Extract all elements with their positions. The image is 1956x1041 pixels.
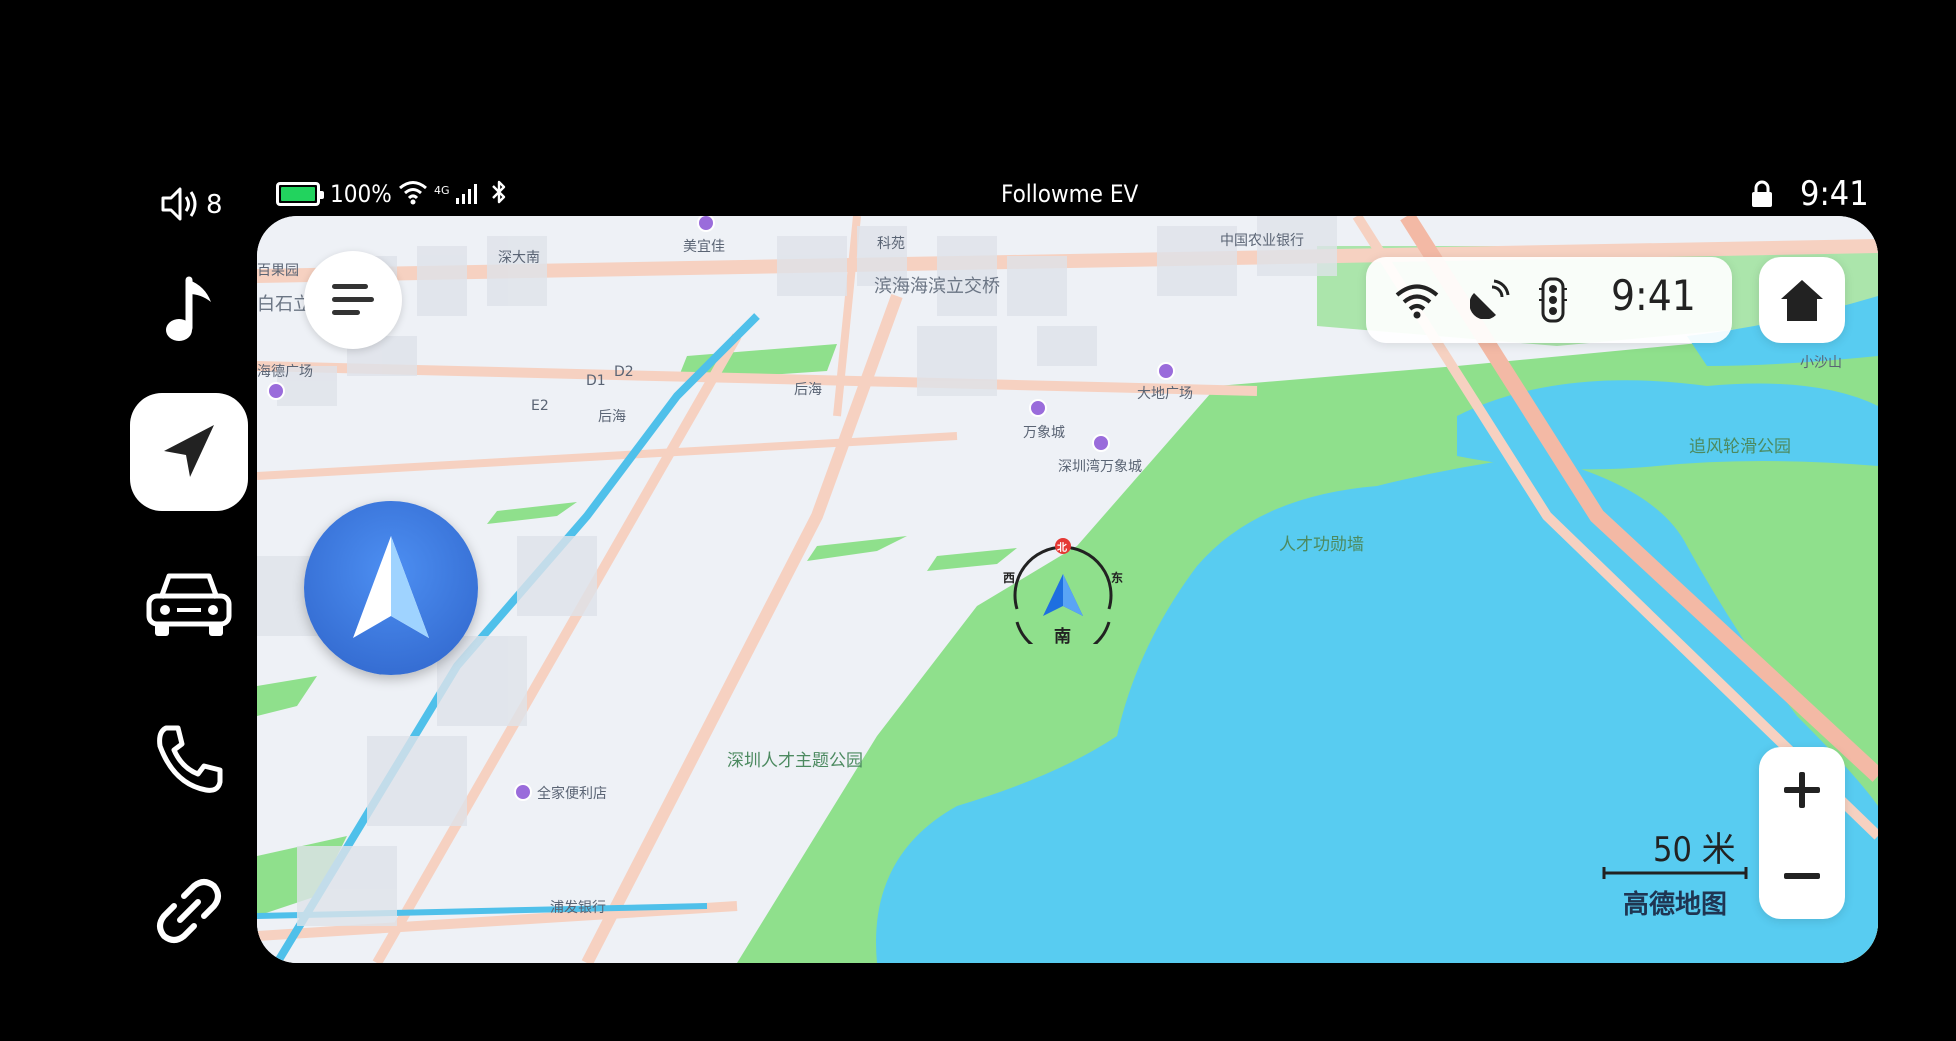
battery-icon bbox=[276, 182, 324, 206]
road-label-interchange: 滨海海滨立交桥 bbox=[874, 276, 1000, 297]
cell-signal-icon bbox=[456, 182, 480, 204]
poi-label-family-mart[interactable]: 全家便利店 bbox=[537, 783, 607, 803]
rail-vehicle-button[interactable] bbox=[130, 545, 248, 663]
navigation-arrow-icon bbox=[353, 536, 429, 638]
poi-label-wanxiangcheng[interactable]: 万象城 bbox=[1023, 422, 1065, 442]
menu-button[interactable] bbox=[304, 251, 402, 349]
navigation-arrow-icon bbox=[164, 425, 214, 477]
satellite-signal-icon bbox=[1469, 279, 1510, 323]
poi-label-houhai: 后海 bbox=[598, 409, 626, 425]
poi-label-haide-plaza[interactable]: 海德广场 bbox=[257, 361, 313, 381]
volume-level: 8 bbox=[206, 190, 223, 220]
lock-icon bbox=[1750, 180, 1774, 212]
zoom-out-button[interactable] bbox=[1759, 833, 1845, 919]
poi-label-dadi-plaza[interactable]: 大地广场 bbox=[1137, 383, 1193, 403]
car-icon bbox=[146, 573, 232, 636]
map-view[interactable]: 美宜佳 科苑 中国农业银行 百果园 深大南 白石立 滨海海滨立交桥 海德广场 D… bbox=[257, 216, 1878, 963]
traffic-light-icon[interactable] bbox=[1538, 277, 1568, 327]
status-bar: 100% 4G Followme EV 9:41 bbox=[0, 172, 1956, 220]
rail-phone-button[interactable] bbox=[130, 700, 248, 818]
poi-label-e2: E2 bbox=[531, 398, 549, 414]
wifi-icon bbox=[1394, 281, 1440, 323]
poi-label-baishili: 白石立 bbox=[257, 294, 311, 315]
volume-indicator[interactable]: 8 bbox=[160, 182, 223, 230]
compass: 北 西 东 南 bbox=[993, 534, 1133, 658]
poi-marker[interactable] bbox=[1092, 434, 1110, 452]
zoom-in-button[interactable] bbox=[1759, 747, 1845, 833]
map-brand: 高德地图 bbox=[1623, 890, 1728, 920]
compass-south: 南 bbox=[1054, 627, 1071, 647]
poi-label-talent-park[interactable]: 深圳人才主题公园 bbox=[727, 746, 863, 771]
compass-north: 北 bbox=[1057, 543, 1067, 554]
music-note-icon bbox=[166, 276, 211, 341]
rail-link-button[interactable] bbox=[130, 852, 248, 970]
poi-label-meiyijia[interactable]: 美宜佳 bbox=[683, 236, 725, 256]
home-icon bbox=[1781, 280, 1823, 321]
poi-label-shenda-nan[interactable]: 深大南 bbox=[498, 247, 540, 267]
rail-music-button[interactable] bbox=[130, 251, 248, 369]
poi-label-shenzhen-bay-mixc[interactable]: 深圳湾万象城 bbox=[1058, 456, 1142, 476]
poi-label-keyuan[interactable]: 科苑 bbox=[877, 233, 905, 253]
rail-navigation-button[interactable] bbox=[130, 393, 248, 511]
scale-bar bbox=[1602, 867, 1748, 879]
speaker-icon bbox=[161, 187, 197, 221]
poi-marker[interactable] bbox=[1029, 399, 1047, 417]
map-time: 9:41 bbox=[1611, 271, 1696, 320]
poi-label-zhuifeng-park[interactable]: 追风轮滑公园 bbox=[1689, 432, 1791, 457]
phone-icon bbox=[157, 725, 223, 793]
poi-marker[interactable] bbox=[267, 382, 285, 400]
home-button[interactable] bbox=[1759, 257, 1845, 343]
minus-icon bbox=[1784, 873, 1820, 879]
locate-button[interactable] bbox=[304, 501, 478, 675]
wifi-icon bbox=[398, 178, 428, 210]
poi-label-baiguoyuan[interactable]: 百果园 bbox=[257, 260, 299, 280]
poi-label-talent-pier[interactable]: 人才功勋墙 bbox=[1279, 530, 1364, 555]
poi-label-houhai: 后海 bbox=[794, 382, 822, 398]
poi-label-d2: D2 bbox=[614, 364, 634, 380]
compass-west: 西 bbox=[1003, 571, 1016, 585]
poi-marker[interactable] bbox=[514, 783, 532, 801]
battery-percent: 100% bbox=[330, 180, 392, 208]
zoom-controls bbox=[1759, 747, 1845, 919]
map-info-bar: 9:41 bbox=[1366, 257, 1732, 343]
poi-label-agri-bank[interactable]: 中国农业银行 bbox=[1220, 230, 1304, 250]
status-time: 9:41 bbox=[1800, 174, 1869, 214]
app-title: Followme EV bbox=[1001, 180, 1139, 208]
menu-lines-icon bbox=[332, 284, 374, 315]
poi-label-d1: D1 bbox=[586, 373, 606, 389]
poi-label-xiaoshashan: 小沙山 bbox=[1800, 355, 1842, 371]
plus-icon bbox=[1784, 772, 1820, 808]
poi-label-spd-bank[interactable]: 浦发银行 bbox=[550, 897, 606, 917]
link-icon bbox=[157, 879, 221, 943]
bluetooth-icon bbox=[490, 179, 508, 209]
network-type: 4G bbox=[434, 184, 450, 197]
poi-marker[interactable] bbox=[1157, 362, 1175, 380]
compass-east: 东 bbox=[1111, 571, 1124, 585]
scale-label: 50 米 bbox=[1653, 830, 1736, 870]
